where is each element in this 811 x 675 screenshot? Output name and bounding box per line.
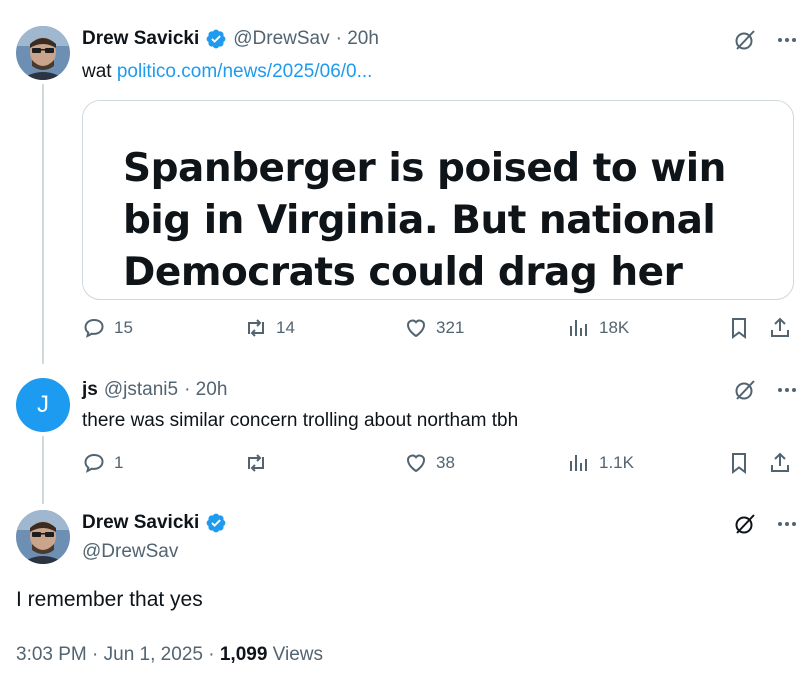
view-count: 1,099 xyxy=(219,644,268,665)
tweet-text: there was similar concern trolling about… xyxy=(82,410,519,431)
reply-button[interactable]: 15 xyxy=(82,316,133,340)
more-icon[interactable] xyxy=(775,28,799,52)
like-count: 38 xyxy=(436,453,455,472)
tweet-text: wat politico.com/news/2025/06/0... xyxy=(82,61,372,83)
grok-icon[interactable] xyxy=(733,28,757,52)
thread-line xyxy=(42,436,44,504)
view-count: 1.1K xyxy=(599,453,634,472)
reply-count: 15 xyxy=(114,318,133,337)
author-name[interactable]: js xyxy=(82,379,98,401)
tweet-actions: 1 38 1.1K xyxy=(82,451,794,481)
tweet-time[interactable]: · 20h xyxy=(184,379,227,401)
like-button[interactable]: 38 xyxy=(404,451,455,475)
reply-icon xyxy=(84,318,104,338)
tweet-top-icons xyxy=(733,28,799,52)
reply-count: 1 xyxy=(114,453,124,472)
views-button[interactable]: 18K xyxy=(567,316,629,340)
tweet-header: js @jstani5 · 20h xyxy=(82,379,227,401)
repost-button[interactable] xyxy=(244,451,276,475)
author-name[interactable]: Drew Savicki xyxy=(82,512,199,534)
like-icon xyxy=(406,319,426,338)
grok-icon[interactable] xyxy=(733,512,757,536)
avatar[interactable] xyxy=(16,510,70,564)
tweet-top-icons xyxy=(733,512,799,536)
tweet-meta: 3:03 PM · Jun 1, 2025 · 1,099 Views xyxy=(16,644,323,666)
author-name[interactable]: Drew Savicki xyxy=(82,28,199,50)
avatar[interactable] xyxy=(16,26,70,80)
more-icon[interactable] xyxy=(775,512,799,536)
avatar[interactable]: J xyxy=(16,378,70,432)
bookmark-icon xyxy=(732,318,746,339)
tweet-text-content: wat xyxy=(82,61,112,82)
repost-button[interactable]: 14 xyxy=(244,316,295,340)
more-icon[interactable] xyxy=(775,378,799,402)
share-icon xyxy=(771,317,789,337)
timestamp[interactable]: 3:03 PM · Jun 1, 2025 · xyxy=(16,644,215,665)
views-icon xyxy=(570,320,587,336)
link-preview-card[interactable]: Spanberger is poised to win big in Virgi… xyxy=(82,100,794,300)
bookmark-button[interactable] xyxy=(727,316,751,340)
grok-icon[interactable] xyxy=(733,378,757,402)
tweet-link[interactable]: politico.com/news/2025/06/0... xyxy=(117,61,373,82)
repost-count: 14 xyxy=(276,318,295,337)
tweet-top-icons xyxy=(733,378,799,402)
like-icon xyxy=(406,454,426,473)
reply-button[interactable]: 1 xyxy=(82,451,123,475)
author-handle[interactable]: @DrewSav xyxy=(82,541,178,563)
tweet-time[interactable]: · 20h xyxy=(336,28,379,50)
like-count: 321 xyxy=(436,318,465,337)
author-handle[interactable]: @jstani5 xyxy=(104,379,178,401)
share-icon xyxy=(771,452,789,472)
repost-icon xyxy=(248,319,264,337)
author-handle[interactable]: @DrewSav xyxy=(233,28,329,50)
verified-badge-icon xyxy=(206,29,226,49)
tweet-header: Drew Savicki @DrewSav · 20h xyxy=(82,28,379,50)
bookmark-icon xyxy=(732,453,746,474)
bookmark-button[interactable] xyxy=(727,451,751,475)
reply-icon xyxy=(84,453,104,473)
tweet-actions: 15 14 321 18K xyxy=(82,316,794,346)
verified-badge-icon xyxy=(206,513,226,533)
views-label: Views xyxy=(272,644,324,665)
views-button[interactable]: 1.1K xyxy=(567,451,634,475)
view-count: 18K xyxy=(599,318,630,337)
share-button[interactable] xyxy=(768,316,792,340)
repost-icon xyxy=(248,454,264,472)
card-headline: Spanberger is poised to win big in Virgi… xyxy=(123,146,726,295)
share-button[interactable] xyxy=(768,451,792,475)
thread-line xyxy=(42,84,44,364)
main-tweet-text: I remember that yes xyxy=(16,588,203,611)
views-icon xyxy=(570,455,587,471)
main-tweet-header: Drew Savicki xyxy=(82,512,227,534)
like-button[interactable]: 321 xyxy=(404,316,464,340)
